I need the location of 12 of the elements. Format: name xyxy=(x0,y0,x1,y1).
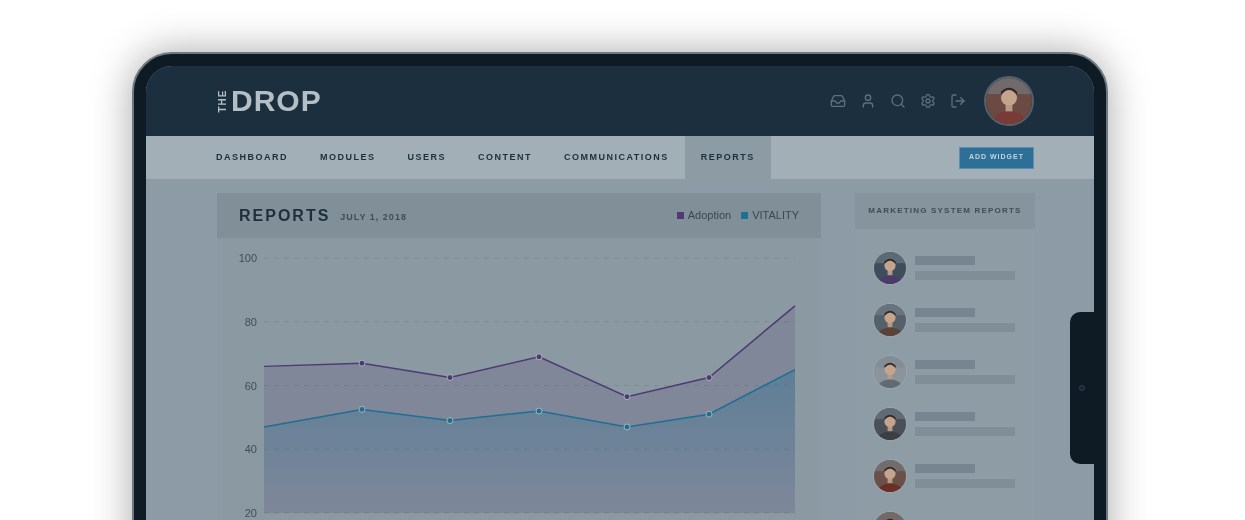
card-date: JULY 1, 2018 xyxy=(340,210,407,224)
panel-title: MARKETING SYSTEM REPORTS xyxy=(868,205,1022,217)
axis-label: 80 xyxy=(244,315,257,328)
axis-label: 60 xyxy=(244,379,257,392)
logo-text: THE xyxy=(217,89,228,113)
axis-label: 40 xyxy=(244,443,257,456)
axis-label: 100 xyxy=(238,252,257,264)
legend-label: Adoption xyxy=(687,208,732,224)
logo-text: DROP xyxy=(231,86,322,116)
legend-label: VITALITY xyxy=(752,208,799,224)
axis-label: 20 xyxy=(244,507,257,519)
card-title: REPORTS xyxy=(239,205,331,226)
